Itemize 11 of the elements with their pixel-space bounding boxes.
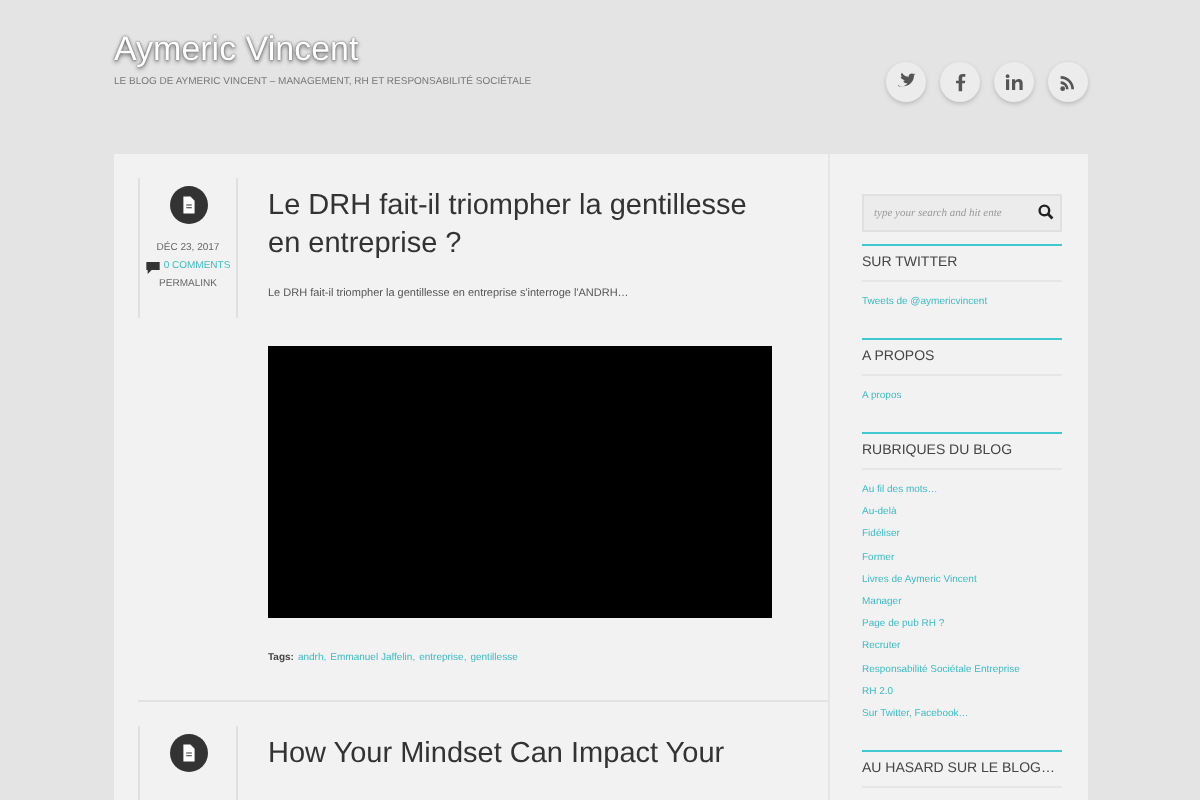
rss-icon[interactable] xyxy=(1048,62,1088,102)
twitter-bird-icon[interactable] xyxy=(886,62,926,102)
post-title[interactable]: Le DRH fait-il triompher la gentillesse en entreprise ? xyxy=(268,178,780,264)
document-icon xyxy=(169,186,207,224)
site-title[interactable]: Aymeric Vincent xyxy=(114,30,532,70)
linkedin-icon[interactable] xyxy=(994,62,1034,102)
post-title[interactable]: How Your Mindset Can Impact Your xyxy=(268,726,780,774)
comment-icon xyxy=(145,261,160,273)
document-icon xyxy=(169,734,207,772)
search-icon[interactable] xyxy=(1038,204,1054,220)
facebook-icon[interactable] xyxy=(940,62,980,102)
